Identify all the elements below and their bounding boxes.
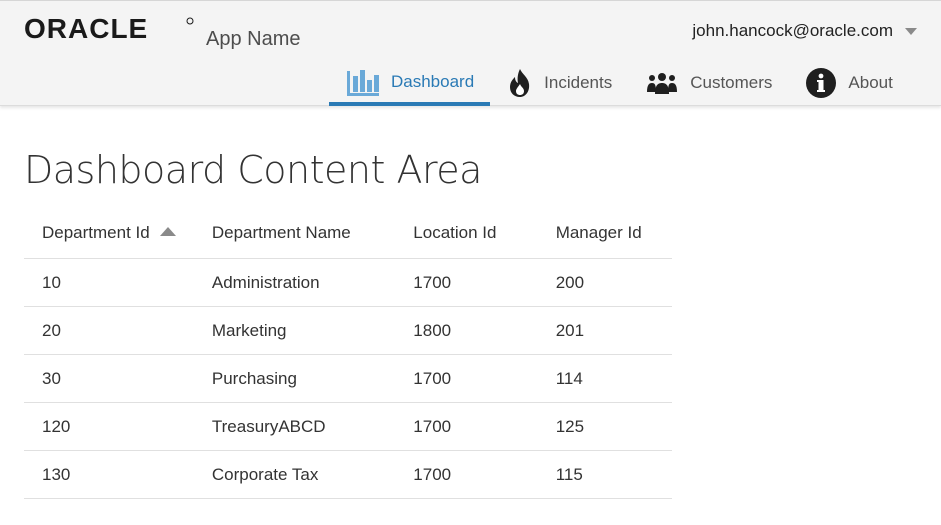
departments-table: Department Id Department Name Location I… (24, 208, 672, 499)
page-title: Dashboard Content Area (24, 148, 482, 192)
cell-department-name: Purchasing (193, 354, 396, 403)
cell-department-name: TreasuryABCD (193, 402, 396, 451)
column-header-manager-id[interactable]: Manager Id (537, 208, 672, 259)
brand: ORACLE App Name (24, 16, 301, 49)
svg-text:ORACLE: ORACLE (24, 16, 148, 42)
fire-icon (508, 68, 532, 98)
main-navigation: Dashboard Incidents Customers About (329, 61, 909, 106)
cell-manager-id: 201 (537, 306, 672, 355)
user-menu[interactable]: john.hancock@oracle.com (692, 21, 917, 41)
cell-department-id: 30 (24, 354, 194, 403)
cell-department-id: 130 (24, 450, 194, 499)
column-header-label: Department Name (211, 223, 351, 242)
app-name: App Name (206, 28, 301, 50)
cell-department-name: Marketing (193, 306, 396, 355)
cell-manager-id: 125 (537, 402, 672, 451)
column-header-location-id[interactable]: Location Id (395, 208, 538, 259)
bar-chart-icon (347, 68, 379, 96)
nav-tab-dashboard[interactable]: Dashboard (329, 61, 491, 106)
cell-department-id: 10 (24, 258, 194, 307)
nav-tab-incidents[interactable]: Incidents (490, 61, 628, 105)
cell-location-id: 1700 (395, 258, 538, 307)
column-header-label: Location Id (413, 223, 497, 242)
column-header-department-id[interactable]: Department Id (24, 208, 194, 259)
cell-department-name: Corporate Tax (193, 450, 396, 499)
cell-manager-id: 115 (537, 450, 672, 499)
table-row[interactable]: 20 Marketing 1800 201 (24, 306, 672, 355)
cell-manager-id: 200 (537, 258, 672, 307)
table-header-row: Department Id Department Name Location I… (24, 208, 672, 259)
sort-ascending-icon[interactable] (159, 227, 176, 236)
column-header-department-name[interactable]: Department Name (193, 208, 396, 259)
cell-department-id: 20 (24, 306, 194, 355)
column-header-label: Department Id (42, 223, 150, 242)
nav-tab-label: Incidents (544, 73, 613, 92)
info-icon (806, 68, 837, 98)
column-header-label: Manager Id (555, 223, 642, 242)
cell-department-id: 120 (24, 402, 194, 451)
oracle-logo[interactable]: ORACLE (24, 16, 196, 42)
user-email[interactable]: john.hancock@oracle.com (692, 21, 893, 41)
table-row[interactable]: 130 Corporate Tax 1700 115 (24, 450, 672, 499)
cell-department-name: Administration (193, 258, 396, 307)
nav-tab-label: Customers (690, 73, 773, 92)
nav-tab-customers[interactable]: Customers (628, 61, 788, 105)
people-icon (646, 72, 678, 94)
nav-tab-label: Dashboard (391, 71, 475, 91)
cell-manager-id: 114 (537, 354, 672, 403)
nav-tab-about[interactable]: About (788, 61, 908, 105)
app-header: ORACLE App Name john.hancock@oracle.com … (0, 0, 941, 106)
cell-location-id: 1700 (395, 450, 538, 499)
cell-location-id: 1700 (395, 354, 538, 403)
table-row[interactable]: 10 Administration 1700 200 (24, 258, 672, 307)
caret-down-icon[interactable] (905, 27, 917, 35)
main-content: Dashboard Content Area Department Id Dep… (24, 106, 672, 499)
cell-location-id: 1700 (395, 402, 538, 451)
nav-tab-label: About (848, 73, 893, 92)
cell-location-id: 1800 (395, 306, 538, 355)
table-row[interactable]: 30 Purchasing 1700 114 (24, 354, 672, 403)
table-row[interactable]: 120 TreasuryABCD 1700 125 (24, 402, 672, 451)
